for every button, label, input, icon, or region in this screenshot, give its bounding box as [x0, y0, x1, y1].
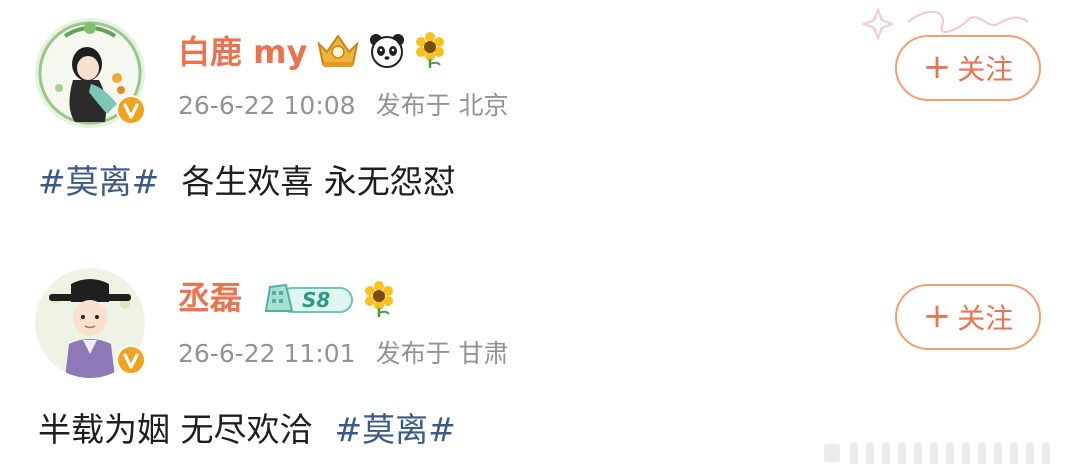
watermark-icon — [824, 442, 1050, 464]
username[interactable]: 丞磊 — [178, 282, 242, 314]
username[interactable]: 白鹿 my — [178, 36, 307, 68]
post-meta: 26-6-22 11:01 发布于 甘肃 — [178, 341, 509, 366]
plus-icon: + — [922, 46, 952, 87]
sunflower-icon[interactable] — [413, 31, 447, 69]
crown-badge-icon[interactable] — [315, 30, 361, 70]
verified-badge-icon — [116, 345, 146, 375]
panda-icon[interactable] — [367, 30, 407, 70]
user-badges: S8 — [262, 280, 396, 318]
verified-badge-icon — [116, 95, 146, 125]
post-content: #莫离# 各生欢喜 永无怨怼 — [38, 165, 456, 198]
plus-icon: + — [922, 295, 952, 336]
level-badge-label: S8 — [302, 288, 331, 312]
follow-label: 关注 — [957, 302, 1014, 335]
topic-link[interactable]: #莫离# — [38, 162, 159, 201]
avatar-container[interactable] — [35, 18, 146, 128]
follow-button[interactable]: + 关注 — [895, 284, 1041, 350]
user-badges — [315, 30, 447, 70]
post-location: 发布于 甘肃 — [375, 339, 509, 368]
avatar-container[interactable] — [35, 268, 146, 378]
post-text: 半载为姻 无尽欢洽 — [38, 410, 313, 449]
post-timestamp: 26-6-22 10:08 — [178, 91, 356, 120]
level-badge-icon[interactable]: S8 — [262, 281, 356, 317]
follow-label: 关注 — [957, 53, 1014, 86]
sunflower-icon[interactable] — [362, 280, 396, 318]
post-card: 白鹿 my 26-6-22 10:08 发布于 北京 + 关注 #莫离# 各生欢… — [0, 0, 1078, 240]
post-text: 各生欢喜 永无怨怼 — [181, 162, 456, 201]
follow-button[interactable]: + 关注 — [895, 35, 1041, 101]
post-location: 发布于 北京 — [375, 91, 509, 120]
post-meta: 26-6-22 10:08 发布于 北京 — [178, 93, 509, 118]
topic-link[interactable]: #莫离# — [335, 410, 456, 449]
post-content: 半载为姻 无尽欢洽 #莫离# — [38, 413, 456, 446]
post-timestamp: 26-6-22 11:01 — [178, 339, 356, 368]
